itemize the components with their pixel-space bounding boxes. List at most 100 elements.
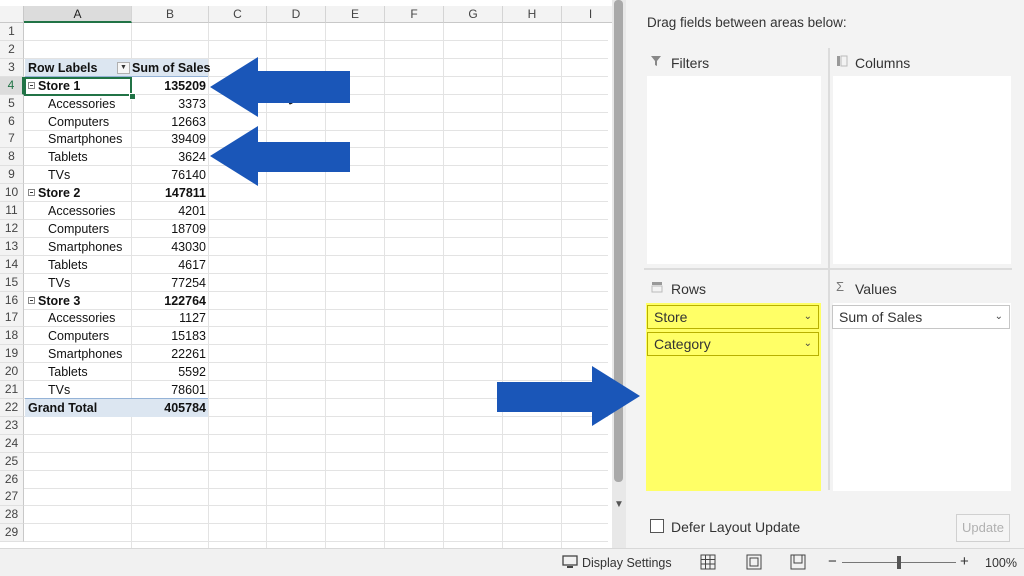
page-layout-view-icon[interactable] <box>746 554 762 570</box>
pivot-value[interactable]: 5592 <box>132 363 206 381</box>
row-header-21[interactable]: 21 <box>0 381 24 399</box>
pivot-value[interactable]: 18709 <box>132 220 206 238</box>
pivot-group-label[interactable]: Store 2 <box>28 184 80 202</box>
row-header-2[interactable]: 2 <box>0 40 24 59</box>
column-header-g[interactable]: G <box>444 6 503 23</box>
pivot-value[interactable]: 78601 <box>132 381 206 399</box>
pivot-value[interactable]: 15183 <box>132 327 206 345</box>
row-header-20[interactable]: 20 <box>0 363 24 382</box>
pivot-value[interactable]: 4617 <box>132 256 206 274</box>
column-header-c[interactable]: C <box>209 6 267 23</box>
row-header-8[interactable]: 8 <box>0 148 24 167</box>
pivot-value[interactable]: 43030 <box>132 238 206 256</box>
pivot-value[interactable]: 4201 <box>132 202 206 220</box>
row-header-17[interactable]: 17 <box>0 309 24 328</box>
zoom-in-button[interactable]: + <box>960 553 969 570</box>
pivot-value[interactable]: 122764 <box>132 292 206 310</box>
row-header-13[interactable]: 13 <box>0 237 24 256</box>
zoom-level[interactable]: 100% <box>985 556 1017 570</box>
pivot-item-label[interactable]: TVs <box>48 381 70 399</box>
pivot-value[interactable]: 3373 <box>132 95 206 113</box>
row-header-26[interactable]: 26 <box>0 470 24 489</box>
pivot-item-label[interactable]: Computers <box>48 113 109 131</box>
column-header-f[interactable]: F <box>385 6 444 23</box>
normal-view-icon[interactable] <box>700 554 716 570</box>
pivot-value[interactable]: 12663 <box>132 113 206 131</box>
rows-field-store[interactable]: Store ⌄ <box>647 305 819 329</box>
filters-drop-area[interactable] <box>647 76 821 264</box>
pivot-value[interactable]: 39409 <box>132 130 206 148</box>
collapse-icon[interactable] <box>28 296 35 304</box>
column-header-h[interactable]: H <box>503 6 562 23</box>
row-header-15[interactable]: 15 <box>0 273 24 292</box>
pivot-value[interactable]: 405784 <box>132 399 206 417</box>
row-header-11[interactable]: 11 <box>0 202 24 220</box>
pivot-item-label[interactable]: Computers <box>48 220 109 238</box>
columns-drop-area[interactable] <box>833 76 1011 264</box>
pivot-group-label[interactable]: Store 3 <box>28 292 80 310</box>
row-header-19[interactable]: 19 <box>0 345 24 364</box>
values-field-sum-of-sales[interactable]: Sum of Sales ⌄ <box>832 305 1010 329</box>
pivot-item-label[interactable]: Smartphones <box>48 238 122 256</box>
pivot-value[interactable]: 1127 <box>132 309 206 327</box>
display-settings-icon[interactable] <box>562 555 580 570</box>
row-header-9[interactable]: 9 <box>0 166 24 185</box>
row-header-22[interactable]: 22 <box>0 398 24 417</box>
fill-handle[interactable] <box>129 93 136 100</box>
chevron-down-icon[interactable]: ⌄ <box>995 306 1003 328</box>
zoom-slider-thumb[interactable] <box>897 556 901 569</box>
row-header-12[interactable]: 12 <box>0 219 24 238</box>
pivot-item-label[interactable]: TVs <box>48 166 70 184</box>
pivot-value[interactable]: 76140 <box>132 166 206 184</box>
page-break-preview-icon[interactable] <box>790 554 806 570</box>
row-header-14[interactable]: 14 <box>0 255 24 274</box>
row-header-16[interactable]: 16 <box>0 291 24 310</box>
pivot-item-label[interactable]: Tablets <box>48 363 88 381</box>
pivot-item-label[interactable]: Accessories <box>48 309 115 327</box>
row-header-5[interactable]: 5 <box>0 94 24 113</box>
row-header-3[interactable]: 3 <box>0 58 24 77</box>
zoom-out-button[interactable]: − <box>828 553 837 570</box>
pivot-sum-of-sales-header[interactable]: Sum of Sales <box>132 59 211 77</box>
row-header-1[interactable]: 1 <box>0 23 24 41</box>
row-header-4[interactable]: 4 <box>0 76 24 95</box>
row-header-29[interactable]: 29 <box>0 524 24 543</box>
column-header-i[interactable]: I <box>562 6 612 23</box>
pivot-item-label[interactable]: Smartphones <box>48 130 122 148</box>
row-header-25[interactable]: 25 <box>0 452 24 471</box>
row-labels-filter-dropdown-icon[interactable]: ▼ <box>117 62 130 74</box>
rows-field-category[interactable]: Category ⌄ <box>647 332 819 356</box>
pivot-value[interactable]: 3624 <box>132 148 206 166</box>
pivot-value[interactable]: 77254 <box>132 274 206 292</box>
column-header-a[interactable]: A <box>24 6 132 23</box>
pivot-value[interactable]: 135209 <box>132 77 206 95</box>
pivot-item-label[interactable]: Tablets <box>48 148 88 166</box>
column-header-b[interactable]: B <box>132 6 209 23</box>
grand-total-label[interactable]: Grand Total <box>28 399 97 417</box>
pivot-item-label[interactable]: Accessories <box>48 202 115 220</box>
collapse-icon[interactable] <box>28 189 35 197</box>
display-settings-button[interactable]: Display Settings <box>582 556 672 570</box>
row-header-28[interactable]: 28 <box>0 506 24 525</box>
values-drop-area[interactable] <box>833 303 1011 491</box>
column-header-d[interactable]: D <box>267 6 326 23</box>
chevron-down-icon[interactable]: ⌄ <box>804 306 812 328</box>
row-header-24[interactable]: 24 <box>0 434 24 453</box>
pivot-item-label[interactable]: Computers <box>48 327 109 345</box>
select-all-corner[interactable] <box>0 6 24 23</box>
row-header-6[interactable]: 6 <box>0 112 24 131</box>
defer-layout-update-checkbox[interactable] <box>650 519 664 533</box>
chevron-down-icon[interactable]: ⌄ <box>804 333 812 355</box>
scroll-down-arrow-icon[interactable]: ▼ <box>612 498 626 512</box>
row-header-18[interactable]: 18 <box>0 327 24 346</box>
column-header-e[interactable]: E <box>326 6 385 23</box>
row-header-10[interactable]: 10 <box>0 184 24 203</box>
pivot-item-label[interactable]: Smartphones <box>48 345 122 363</box>
pivot-item-label[interactable]: Accessories <box>48 95 115 113</box>
row-header-7[interactable]: 7 <box>0 130 24 149</box>
pivot-item-label[interactable]: Tablets <box>48 256 88 274</box>
update-button[interactable]: Update <box>956 514 1010 542</box>
pivot-row-labels-header[interactable]: Row Labels <box>28 59 97 77</box>
row-header-27[interactable]: 27 <box>0 488 24 507</box>
pivot-item-label[interactable]: TVs <box>48 274 70 292</box>
